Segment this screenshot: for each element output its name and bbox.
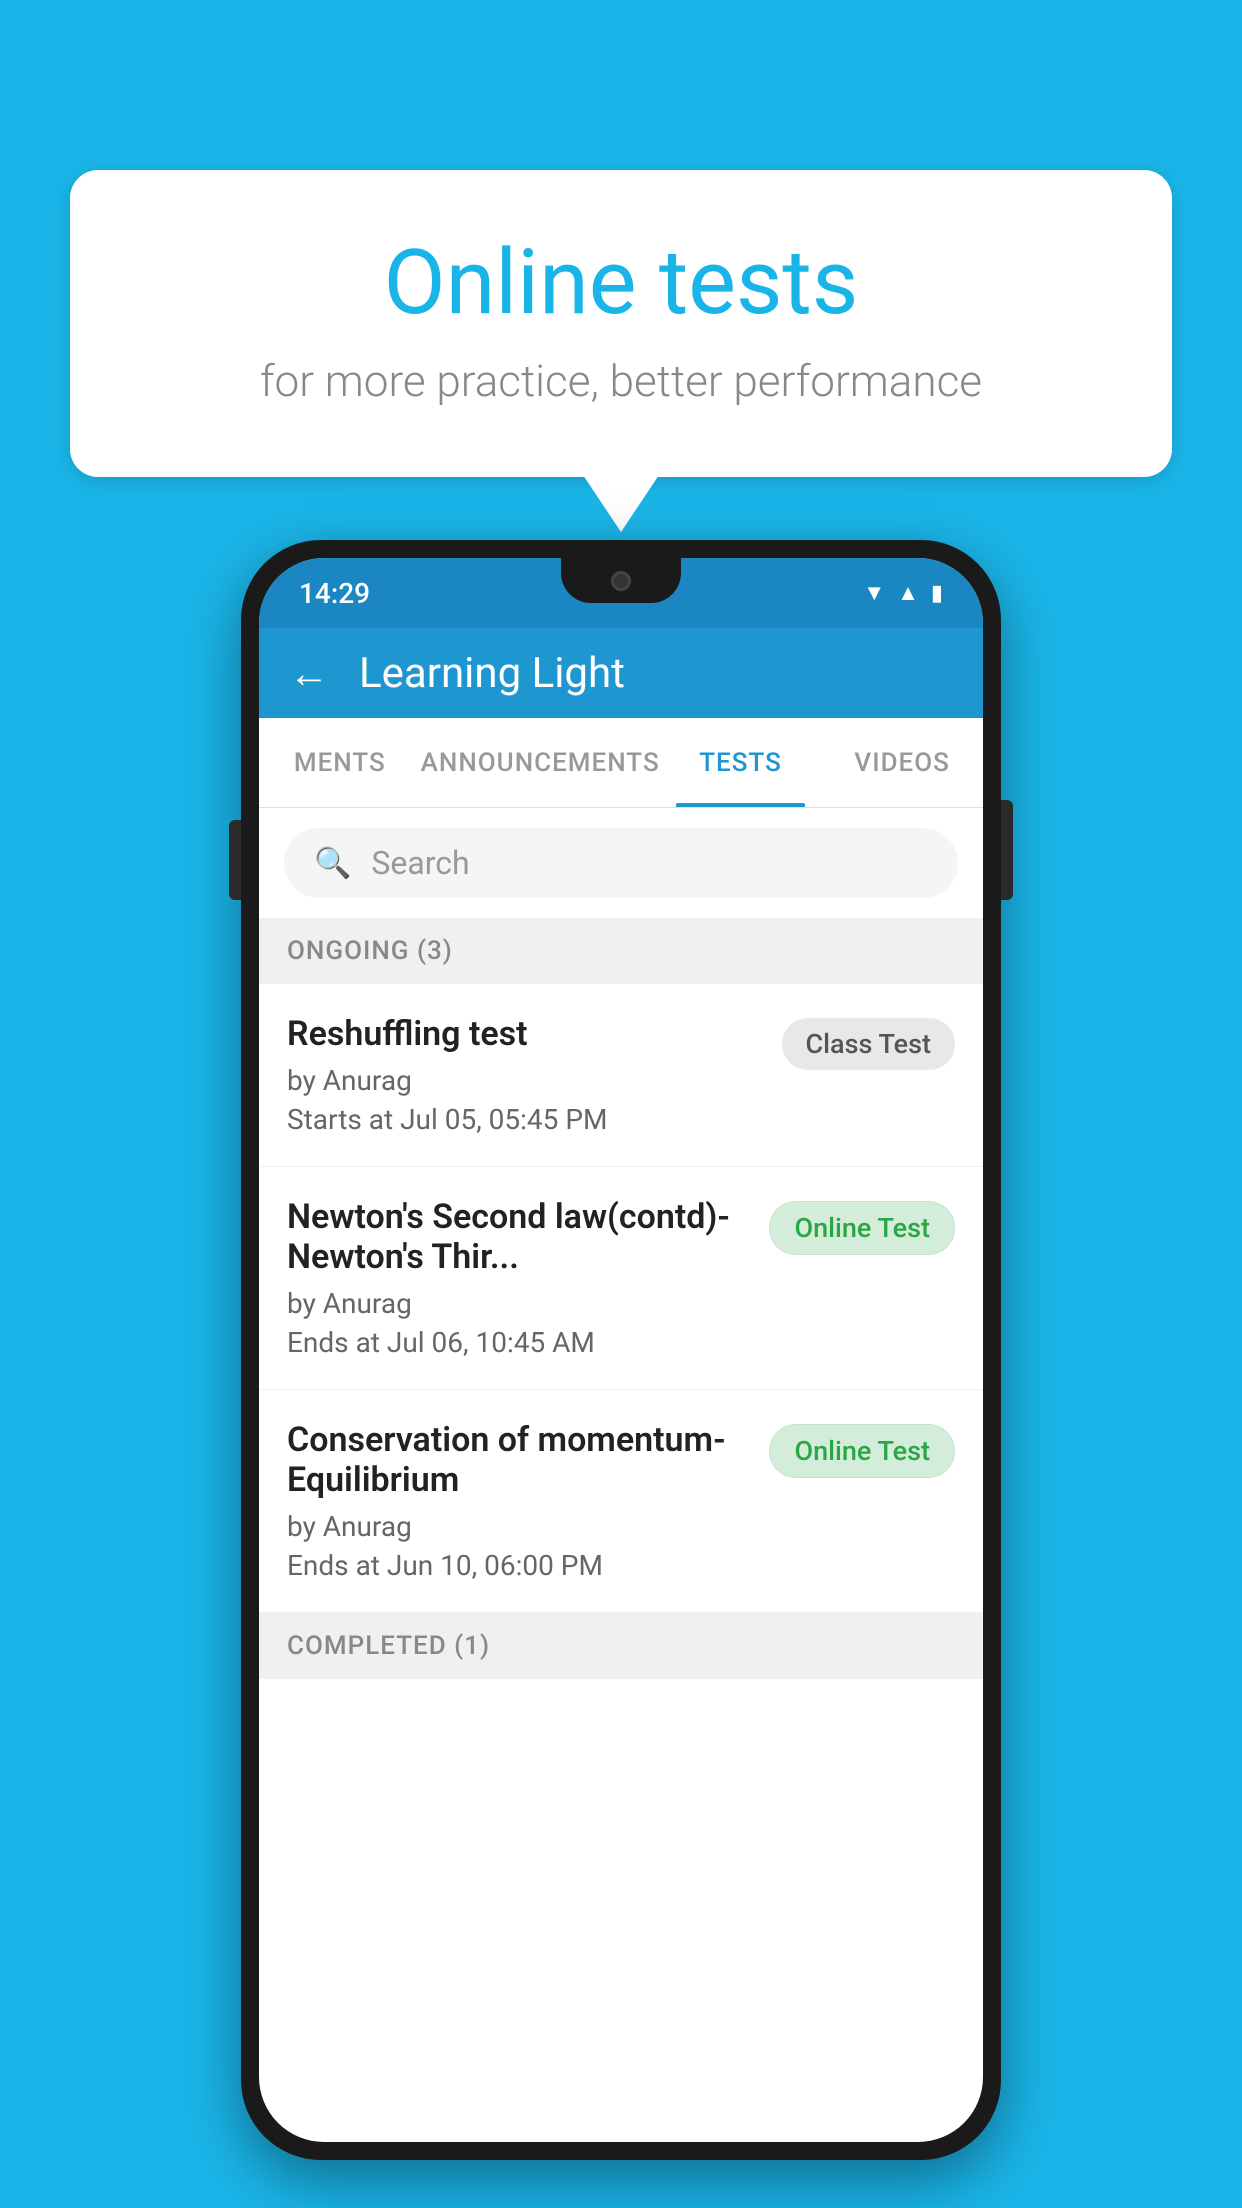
tab-ments[interactable]: MENTS [259, 718, 421, 807]
test-info-3: Conservation of momentum-Equilibrium by … [287, 1420, 769, 1582]
screen-body: 🔍 Search ONGOING (3) Reshuffling test by… [259, 808, 983, 2142]
tab-videos[interactable]: VIDEOS [821, 718, 983, 807]
completed-section-label: COMPLETED (1) [259, 1613, 983, 1679]
camera [611, 571, 631, 591]
bubble-title: Online tests [150, 230, 1092, 335]
test-date-1: Starts at Jul 05, 05:45 PM [287, 1103, 762, 1136]
tab-tests[interactable]: TESTS [660, 718, 822, 807]
test-name-2: Newton's Second law(contd)-Newton's Thir… [287, 1197, 749, 1277]
test-badge-2: Online Test [769, 1201, 955, 1255]
test-badge-1: Class Test [782, 1018, 956, 1070]
phone-screen: 14:29 ▼ ▲ ▮ ← Learning Light MENTS [259, 558, 983, 2142]
test-author-1: by Anurag [287, 1064, 762, 1097]
search-bar[interactable]: 🔍 Search [284, 828, 958, 898]
test-author-3: by Anurag [287, 1510, 749, 1543]
search-icon: 🔍 [314, 846, 351, 881]
app-title: Learning Light [359, 649, 625, 698]
test-item-2[interactable]: Newton's Second law(contd)-Newton's Thir… [259, 1167, 983, 1390]
test-info-2: Newton's Second law(contd)-Newton's Thir… [287, 1197, 769, 1359]
search-input[interactable]: Search [371, 844, 469, 882]
wifi-icon: ▼ [863, 580, 885, 606]
back-button[interactable]: ← [289, 650, 329, 697]
notch [561, 558, 681, 603]
test-date-3: Ends at Jun 10, 06:00 PM [287, 1549, 749, 1582]
test-name-3: Conservation of momentum-Equilibrium [287, 1420, 749, 1500]
app-bar: ← Learning Light [259, 628, 983, 718]
battery-icon: ▮ [931, 581, 943, 606]
phone-outer: 14:29 ▼ ▲ ▮ ← Learning Light MENTS [241, 540, 1001, 2160]
test-info-1: Reshuffling test by Anurag Starts at Jul… [287, 1014, 782, 1136]
ongoing-section-label: ONGOING (3) [259, 918, 983, 984]
status-icons: ▼ ▲ ▮ [863, 580, 943, 606]
phone-inner: 14:29 ▼ ▲ ▮ ← Learning Light MENTS [259, 558, 983, 2142]
test-item-3[interactable]: Conservation of momentum-Equilibrium by … [259, 1390, 983, 1613]
test-badge-3: Online Test [769, 1424, 955, 1478]
test-list: Reshuffling test by Anurag Starts at Jul… [259, 984, 983, 1613]
speech-bubble: Online tests for more practice, better p… [70, 170, 1172, 477]
test-item-1[interactable]: Reshuffling test by Anurag Starts at Jul… [259, 984, 983, 1167]
test-date-2: Ends at Jul 06, 10:45 AM [287, 1326, 749, 1359]
status-bar: 14:29 ▼ ▲ ▮ [259, 558, 983, 628]
search-container: 🔍 Search [259, 808, 983, 918]
test-author-2: by Anurag [287, 1287, 749, 1320]
tab-bar: MENTS ANNOUNCEMENTS TESTS VIDEOS [259, 718, 983, 808]
test-name-1: Reshuffling test [287, 1014, 762, 1054]
bubble-subtitle: for more practice, better performance [150, 355, 1092, 407]
signal-icon: ▲ [897, 580, 919, 606]
phone-mockup: 14:29 ▼ ▲ ▮ ← Learning Light MENTS [241, 540, 1001, 2160]
tab-announcements[interactable]: ANNOUNCEMENTS [421, 718, 660, 807]
status-time: 14:29 [299, 577, 370, 610]
